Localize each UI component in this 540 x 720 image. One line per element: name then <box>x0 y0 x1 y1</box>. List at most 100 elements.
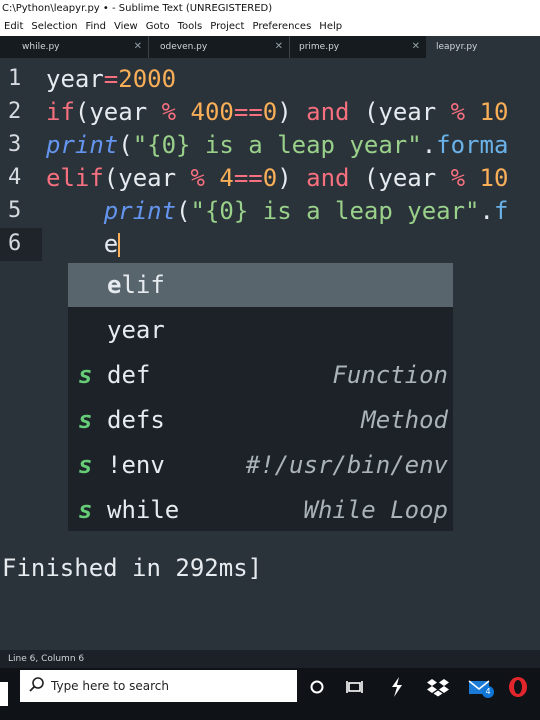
tab-while[interactable]: while.py ✕ <box>0 36 149 58</box>
autocomplete-popup: elif year s def Function s defs Method s… <box>68 263 453 531</box>
close-icon[interactable]: ✕ <box>275 36 283 58</box>
code-token: elif <box>46 164 104 192</box>
code-token: year <box>46 65 104 93</box>
autocomplete-item[interactable]: s defs Method <box>68 398 453 442</box>
line-number: 5 <box>8 198 22 223</box>
menu-tools[interactable]: Tools <box>174 18 207 36</box>
completion-trigger: year <box>107 316 165 344</box>
dropbox-icon[interactable] <box>426 675 450 699</box>
code-token: . <box>421 131 437 159</box>
code-token: if <box>46 98 75 126</box>
tab-leapyr[interactable]: leapyr.py <box>426 36 540 58</box>
menu-goto[interactable]: Goto <box>142 18 174 36</box>
code-token: 400 <box>190 98 234 126</box>
line-number: 4 <box>8 165 22 190</box>
window-title: C:\Python\leapyr.py • - Sublime Text (UN… <box>0 0 540 18</box>
code-token: ) <box>277 164 307 192</box>
code-line: elif(year % 4==0) and (year % 10 <box>46 162 508 195</box>
tab-prime[interactable]: prime.py ✕ <box>289 36 427 58</box>
code-line: if(year % 400==0) and (year % 10 <box>46 96 508 129</box>
menu-selection[interactable]: Selection <box>27 18 81 36</box>
close-icon[interactable]: ✕ <box>412 36 420 58</box>
code-editor[interactable]: 1 2 3 4 5 6 year=2000 if(year % 400==0) … <box>0 58 540 546</box>
text-cursor <box>118 233 121 257</box>
code-token: 0 <box>262 164 278 192</box>
code-token: % <box>190 164 205 192</box>
line-number: 2 <box>8 99 22 124</box>
snippet-badge: s <box>78 406 93 434</box>
menu-find[interactable]: Find <box>81 18 110 36</box>
completion-trigger: def <box>107 361 151 389</box>
code-token: ) <box>277 98 307 126</box>
code-token: print <box>46 131 119 159</box>
snippet-badge: s <box>78 451 93 479</box>
code-token: . <box>479 197 494 225</box>
code-token: % <box>450 164 466 192</box>
line-number: 6 <box>8 231 22 256</box>
code-token: ( <box>118 131 133 159</box>
completion-hint: While Loop <box>303 496 449 524</box>
build-output-text: Finished in 292ms] <box>2 554 263 582</box>
code-line: e <box>46 228 121 261</box>
autocomplete-item[interactable]: s def Function <box>68 353 453 397</box>
menu-view[interactable]: View <box>110 18 142 36</box>
taskbar-search-box[interactable]: Type here to search <box>20 670 297 702</box>
opera-icon[interactable] <box>506 675 530 699</box>
cursor-position: Line 6, Column 6 <box>8 654 85 664</box>
code-token: e <box>46 230 119 258</box>
code-token: == <box>233 164 263 192</box>
code-token: = <box>103 65 119 93</box>
tab-bar: while.py ✕ odeven.py ✕ prime.py ✕ leapyr… <box>0 36 540 58</box>
code-line: print("{0} is a leap year".f <box>46 195 509 228</box>
code-token: % <box>450 98 466 126</box>
line-number: 3 <box>8 132 22 157</box>
code-token: f <box>493 197 509 225</box>
code-token: (year <box>349 98 451 126</box>
code-line: print("{0} is a leap year".forma <box>46 129 508 162</box>
completion-hint: #!/usr/bin/env <box>245 451 448 479</box>
cortana-icon[interactable] <box>305 675 329 699</box>
status-bar: Line 6, Column 6 <box>0 650 540 668</box>
code-token: (year <box>349 164 451 192</box>
completion-trigger: while <box>107 496 180 524</box>
start-icon[interactable] <box>0 682 8 706</box>
build-output-panel[interactable]: Finished in 292ms] <box>0 546 540 650</box>
code-token: and <box>306 164 350 192</box>
autocomplete-item[interactable]: s while While Loop <box>68 488 453 532</box>
menu-help[interactable]: Help <box>315 18 346 36</box>
code-token: 4 <box>219 164 234 192</box>
code-token: (year <box>103 164 191 192</box>
completion-hint: Function <box>332 361 448 389</box>
menu-edit[interactable]: Edit <box>0 18 27 36</box>
snippet-badge: s <box>78 496 93 524</box>
task-view-icon[interactable] <box>343 675 367 699</box>
tab-odeven[interactable]: odeven.py ✕ <box>148 36 290 58</box>
code-token: and <box>306 98 350 126</box>
line-number: 1 <box>8 66 22 91</box>
tab-label: prime.py <box>299 42 340 52</box>
code-token: 0 <box>262 98 278 126</box>
code-token: 10 <box>479 164 509 192</box>
menu-project[interactable]: Project <box>206 18 248 36</box>
completion-hint: Method <box>361 406 448 434</box>
menu-preferences[interactable]: Preferences <box>248 18 315 36</box>
tab-label: leapyr.py <box>436 42 478 52</box>
autocomplete-item[interactable]: elif <box>68 263 453 307</box>
code-token: (year <box>74 98 162 126</box>
code-token: 2000 <box>118 65 177 93</box>
completion-trigger: !env <box>107 451 165 479</box>
code-token: print <box>103 197 177 225</box>
mail-count-badge: 4 <box>482 686 494 698</box>
tab-label: while.py <box>22 42 60 52</box>
code-token: "{0} is a leap year" <box>132 131 422 159</box>
search-placeholder: Type here to search <box>51 679 169 693</box>
close-icon[interactable]: ✕ <box>134 36 142 58</box>
code-token: % <box>161 98 177 126</box>
sublime-text-icon[interactable] <box>385 675 409 699</box>
autocomplete-item[interactable]: s !env #!/usr/bin/env <box>68 443 453 487</box>
completion-trigger: defs <box>107 406 165 434</box>
autocomplete-item[interactable]: year <box>68 308 453 352</box>
